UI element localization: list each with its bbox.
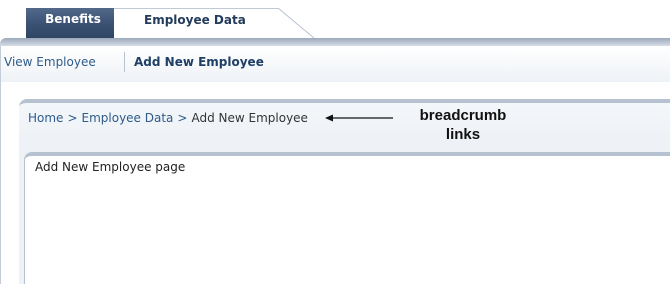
- subnav-view-employee-link[interactable]: View Employee: [4, 55, 96, 69]
- breadcrumb-link-home[interactable]: Home: [28, 111, 63, 125]
- content-page-title: Add New Employee page: [35, 160, 186, 174]
- annotation-callout: breadcrumb links: [398, 106, 528, 144]
- subnav-add-new-employee-link[interactable]: Add New Employee: [134, 55, 264, 69]
- app-frame: Benefits Employee Data View Employee Add…: [0, 0, 670, 284]
- annotation-line-1: breadcrumb: [419, 107, 507, 124]
- subnav-bar: View Employee Add New Employee: [0, 46, 670, 82]
- breadcrumb: Home > Employee Data > Add New Employee: [28, 111, 308, 125]
- breadcrumb-current-page: Add New Employee: [191, 111, 308, 125]
- annotation-line-2: links: [445, 126, 481, 143]
- tab-employee-data[interactable]: Employee Data: [114, 8, 314, 38]
- breadcrumb-link-employee-data[interactable]: Employee Data: [82, 111, 174, 125]
- annotation-arrow-icon: [325, 114, 393, 122]
- tab-employee-data-label: Employee Data: [144, 13, 246, 27]
- header-band: [0, 38, 670, 46]
- subnav-separator: [124, 52, 125, 72]
- content-panel: Add New Employee page: [24, 152, 670, 284]
- breadcrumb-separator: >: [177, 111, 188, 125]
- tab-benefits-label: Benefits: [45, 12, 101, 26]
- breadcrumb-separator: >: [67, 111, 78, 125]
